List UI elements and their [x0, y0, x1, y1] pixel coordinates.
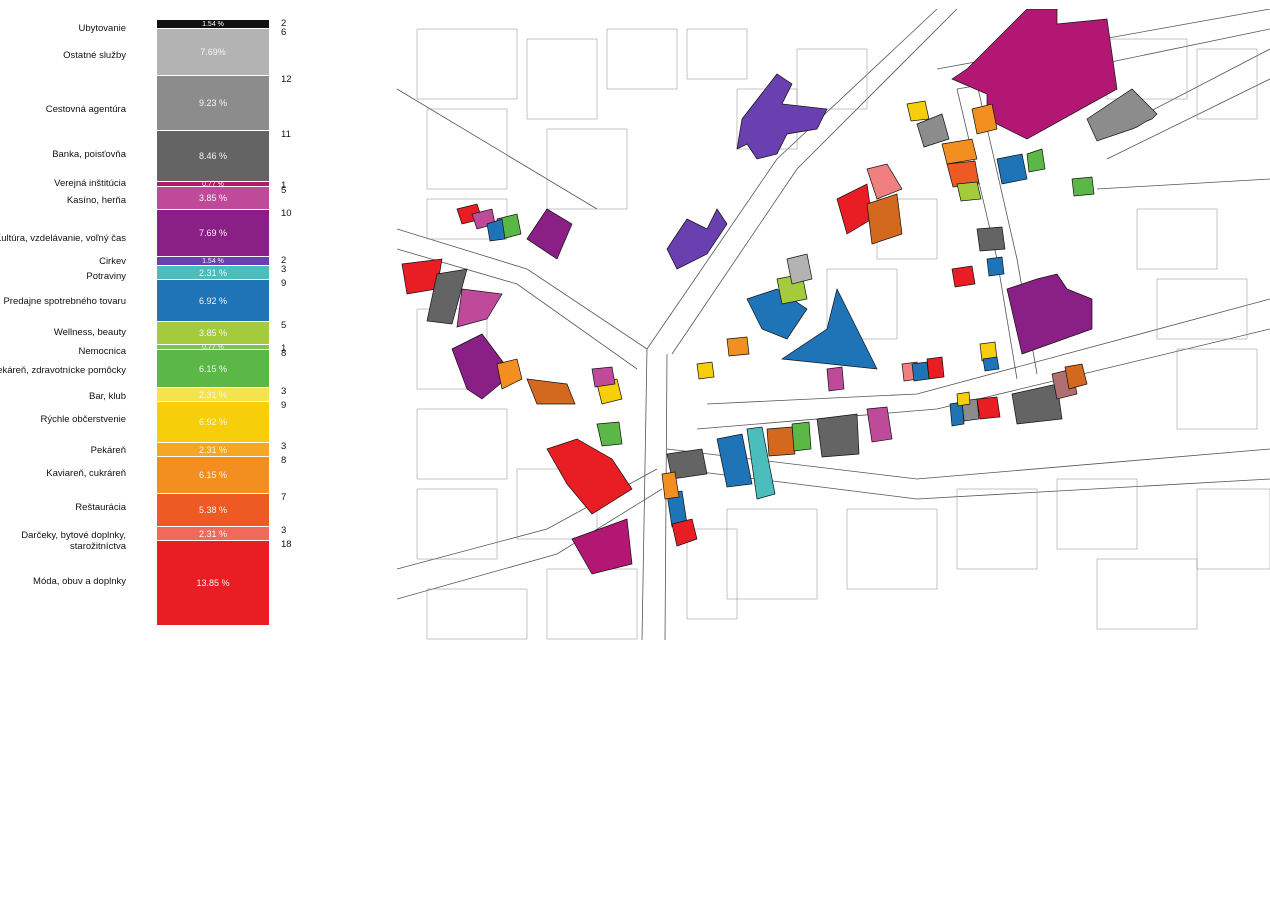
legend-category-label: Verejná inštitúcia — [54, 178, 126, 189]
legend-count: 5 — [281, 185, 287, 196]
legend-category-label: Ubytovanie — [78, 23, 126, 34]
parcel-cafe-arc — [726, 336, 750, 357]
legend-category-label: Predajne spotrebného tovaru — [3, 296, 126, 307]
legend-count: 8 — [281, 455, 287, 466]
parcel-consumer-ne — [996, 153, 1028, 185]
legend-count: 6 — [281, 27, 287, 38]
legend-category-label: Nemocnica — [78, 346, 126, 357]
legend-percent-bar: 13.85 % — [157, 541, 269, 625]
legend-percent-bar: 6.15 % — [157, 457, 269, 493]
legend-category-label: Potraviny — [86, 271, 126, 282]
land-use-map[interactable] — [397, 9, 1270, 640]
legend-count: 12 — [281, 74, 292, 85]
parcel-cafe-ne — [971, 103, 998, 135]
legend-count: 9 — [281, 278, 287, 289]
legend-category-label: Bar, klub — [89, 391, 126, 402]
legend-percent-bar: 3.85 % — [157, 322, 269, 344]
legend-category-label: Wellness, beauty — [53, 327, 126, 338]
parcel-fashion-mid — [951, 265, 976, 288]
legend-category-label: Reštaurácia — [75, 502, 126, 513]
legend-category-label: Cestovná agentúra — [45, 104, 126, 115]
legend-count: 18 — [281, 539, 292, 550]
parcel-casino-mid — [826, 366, 845, 392]
parcel-fastfood-west — [696, 361, 715, 380]
legend-category-label: Kasíno, herňa — [66, 195, 126, 206]
legend-percent-bar: 1.54 % — [157, 20, 269, 28]
legend-percent-bar: 1.54 % — [157, 257, 269, 265]
legend-category-label: Ostatné služby — [63, 50, 126, 61]
legend-category-label: Banka, poisťovňa — [52, 149, 126, 160]
category-legend: Ubytovanie 1.54 % 2 Ostatné služby 7.69% 6 Ces… — [0, 0, 320, 640]
legend-count: 3 — [281, 264, 287, 275]
legend-category-label: Darčeky, bytové doplnky, starožitníctva — [21, 530, 126, 552]
legend-category-label: Móda, obuv a doplnky — [33, 576, 126, 587]
legend-percent-bar: 7.69 % — [157, 210, 269, 256]
legend-percent-bar: 2.31 % — [157, 443, 269, 456]
parcel-pharmacy-south — [791, 421, 812, 452]
parcel-casino-center — [591, 366, 616, 388]
legend-category-label: Kultúra, vzdelávanie, voľný čas — [0, 233, 126, 244]
parcel-bank-south-b — [816, 413, 860, 458]
legend-percent-bar: 2.31 % — [157, 266, 269, 279]
legend-category-label: Rýchle občerstvenie — [40, 414, 126, 425]
legend-percent-bar: 2.31 % — [157, 527, 269, 540]
parcel-fashion-mid-b — [926, 356, 945, 380]
legend-percent-bar: 9.23 % — [157, 76, 269, 130]
legend-count: 5 — [281, 320, 287, 331]
legend-count: 3 — [281, 386, 287, 397]
legend-category-label: Cirkev — [99, 256, 126, 267]
legend-percent-bar: 8.46 % — [157, 131, 269, 181]
legend-count: 9 — [281, 400, 287, 411]
legend-percent-bar: 5.38 % — [157, 494, 269, 526]
parcel-fastfood-east — [906, 100, 930, 122]
legend-percent-bar: 7.69% — [157, 29, 269, 75]
parcel-consumer-mid-b — [982, 356, 1000, 372]
parcel-brown-south — [766, 426, 796, 457]
parcel-consumer-mid — [986, 256, 1005, 277]
legend-category-label: Kaviareň, cukráreň — [46, 468, 126, 479]
legend-percent-bar: 0.77 % — [157, 345, 269, 349]
legend-category-label: Lekáreň, zdravotnícke pomôcky — [0, 365, 126, 376]
parcel-consumer-mid-c — [911, 361, 930, 382]
legend-count: 8 — [281, 348, 287, 359]
parcel-services-center — [786, 253, 813, 285]
legend-count: 11 — [281, 129, 291, 140]
parcel-wellness-east — [956, 181, 982, 202]
legend-percent-bar: 3.85 % — [157, 187, 269, 209]
legend-percent-bar: 6.92 % — [157, 280, 269, 321]
legend-percent-bar: 2.31 % — [157, 388, 269, 401]
legend-percent-bar: 6.15 % — [157, 350, 269, 387]
legend-count: 10 — [281, 208, 292, 219]
legend-count: 7 — [281, 492, 287, 503]
legend-percent-bar: 6.92 % — [157, 402, 269, 442]
parcel-pharmacy-east — [1071, 176, 1095, 197]
legend-count: 3 — [281, 525, 287, 536]
parcel-fastfood-south — [956, 391, 971, 407]
parcel-fashion-south-c — [976, 396, 1001, 420]
parcel-bank-mid — [976, 226, 1006, 252]
legend-category-label: Pekáreň — [90, 445, 126, 456]
legend-count: 3 — [281, 441, 287, 452]
legend-percent-bar: 0.77 % — [157, 182, 269, 186]
